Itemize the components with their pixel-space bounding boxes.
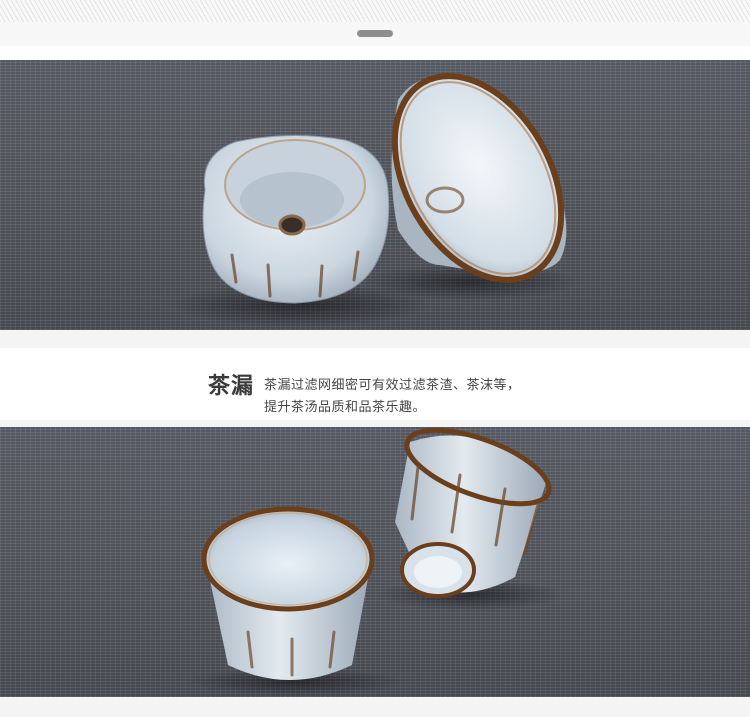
bottom-band	[0, 697, 750, 717]
cups-photo	[0, 427, 750, 697]
caption-description-line-1: 茶漏过滤网细密可有效过滤茶渣、茶沫等，	[264, 378, 521, 393]
tea-cup-upright	[201, 506, 375, 680]
drag-handle-icon	[357, 30, 393, 37]
tea-cup-inverted	[395, 427, 552, 598]
decorative-stripe	[0, 0, 750, 22]
caption-section: 茶漏 茶漏过滤网细密可有效过滤茶渣、茶沫等， 提升茶汤品质和品茶乐趣。	[0, 330, 750, 427]
strainer-illustration	[170, 73, 580, 327]
top-band	[0, 0, 750, 46]
cups-illustration	[185, 427, 565, 696]
caption-description-line-2: 提升茶汤品质和品茶乐趣。	[264, 400, 427, 415]
caption-panel: 茶漏 茶漏过滤网细密可有效过滤茶渣、茶沫等， 提升茶汤品质和品茶乐趣。	[0, 348, 750, 420]
strainer-photo	[0, 60, 750, 330]
caption-title: 茶漏	[208, 374, 255, 399]
strainer-stand	[202, 134, 390, 304]
